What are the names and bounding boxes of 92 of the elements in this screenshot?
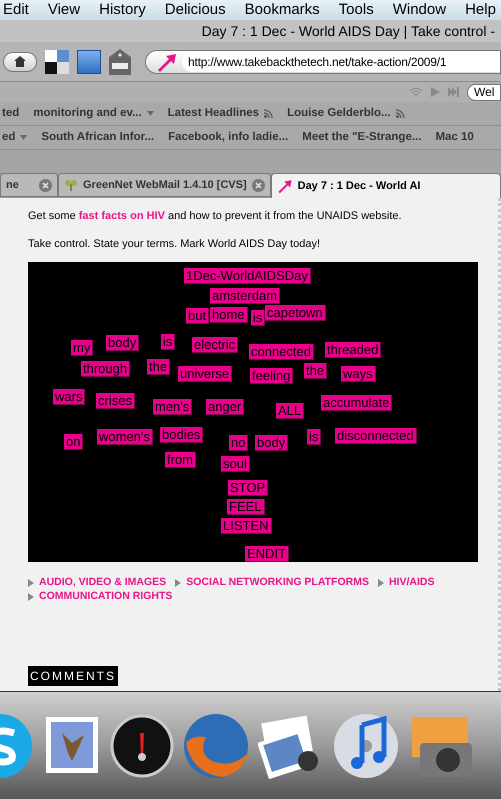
arrow-icon <box>156 52 178 72</box>
url-text: http://www.takebackthetech.net/take-action/2009/1 <box>182 52 500 72</box>
home-button[interactable] <box>3 52 37 72</box>
poem-word[interactable]: amsterdam <box>210 288 280 304</box>
tab-label: ne <box>6 178 20 193</box>
bookmark-item[interactable]: ted <box>2 104 20 122</box>
tab-label: GreenNet WebMail 1.4.10 [CVS] <box>83 178 247 193</box>
menu-item[interactable]: Edit <box>3 0 29 20</box>
gauge-icon[interactable] <box>110 712 174 778</box>
triangle-icon <box>378 578 384 586</box>
tag-link[interactable]: HIV/AIDS <box>388 576 434 589</box>
globe-icon[interactable] <box>182 712 250 778</box>
poem-word[interactable]: bodies <box>160 427 204 443</box>
poem-word[interactable]: the <box>304 363 328 379</box>
poem-word[interactable]: body <box>255 435 288 451</box>
tab[interactable]: Day 7 : 1 Dec - World AI <box>270 173 501 198</box>
poem-word[interactable]: electric <box>192 337 238 353</box>
poem-word[interactable]: soul <box>221 456 250 472</box>
feed-icon <box>264 109 274 118</box>
address-bar[interactable]: http://www.takebackthetech.net/take-action/2009/1 <box>145 50 501 74</box>
poem-word[interactable]: 1Dec-WorldAIDSDay <box>184 268 311 284</box>
close-icon[interactable] <box>252 178 265 192</box>
poem-word[interactable]: but <box>186 308 210 324</box>
poem-word[interactable]: FEEL <box>227 499 265 515</box>
tag-link[interactable]: SOCIAL NETWORKING PLATFORMS <box>186 576 369 589</box>
bookmark-item[interactable]: Louise Gelderblo... <box>287 104 391 122</box>
tag-link[interactable]: AUDIO, VIDEO & IMAGES <box>39 576 166 589</box>
bookmark-item[interactable]: Latest Headlines <box>168 104 260 122</box>
tab-label: Day 7 : 1 Dec - World AI <box>298 178 422 194</box>
poem-word[interactable]: ways <box>341 366 376 382</box>
poem-word[interactable]: anger <box>206 399 244 415</box>
menu-item[interactable]: Help <box>465 0 496 20</box>
dropdown-caret-icon <box>146 111 154 116</box>
plant-icon <box>64 179 78 191</box>
bookmark-item[interactable]: Meet the "E-Strange... <box>302 128 422 146</box>
poem-word[interactable]: my <box>71 340 94 356</box>
bookmark-item[interactable]: South African Infor... <box>41 128 154 146</box>
poem-word[interactable]: on <box>64 434 84 450</box>
squares-icon[interactable] <box>45 50 69 74</box>
poem-word[interactable]: no <box>229 435 248 451</box>
poem-word[interactable]: from <box>165 452 196 468</box>
poem-word[interactable]: through <box>81 361 130 377</box>
poem-word[interactable]: STOP <box>228 480 268 496</box>
music-disc-icon[interactable] <box>332 712 400 778</box>
dropdown-caret-icon <box>20 135 28 140</box>
tab[interactable]: ne <box>0 173 58 197</box>
paragraph: Take control. State your terms. Mark World AIDS Day today! <box>28 236 322 252</box>
poem-word[interactable]: feeling <box>250 368 294 384</box>
poem-word[interactable]: capetown <box>265 305 326 321</box>
bookmark-item[interactable]: Mac 10 <box>435 128 474 146</box>
triangle-icon <box>175 578 182 586</box>
poem-word[interactable]: LISTEN <box>221 518 272 534</box>
poem-word[interactable]: women's <box>97 429 153 445</box>
poem-word[interactable]: wars <box>53 389 86 405</box>
home-icon <box>14 56 26 67</box>
feed-icon <box>396 109 405 118</box>
window-title: Day 7 : 1 Dec - World AIDS Day | Take control - <box>202 22 495 41</box>
poem-word[interactable]: is <box>251 310 266 326</box>
bookmark-item[interactable]: monitoring and ev... <box>33 104 142 122</box>
tab[interactable]: GreenNet WebMail 1.4.10 [CVS] <box>58 173 271 197</box>
menu-item[interactable]: Window <box>392 0 446 20</box>
bookmark-item[interactable]: Facebook, info ladie... <box>168 128 288 146</box>
poem-word[interactable]: crises <box>96 393 135 409</box>
poem-word[interactable]: ENDIT <box>245 546 289 562</box>
link[interactable]: fast facts on HIV <box>78 210 165 222</box>
poem-word[interactable]: home <box>210 307 248 323</box>
poem-word[interactable]: ALL <box>276 403 304 419</box>
poem-word[interactable]: men's <box>153 399 192 415</box>
poem-word[interactable]: body <box>106 335 140 351</box>
menu-item[interactable]: View <box>48 0 80 20</box>
poem-word[interactable]: universe <box>178 366 232 382</box>
wifi-icon <box>409 87 423 97</box>
tag-link[interactable]: COMMUNICATION RIGHTS <box>39 590 172 603</box>
poem-word[interactable]: connected <box>249 344 314 360</box>
poem-word[interactable]: the <box>147 359 170 375</box>
poem-word[interactable]: is <box>161 334 176 350</box>
arrow-icon <box>276 178 293 194</box>
search-field[interactable]: Wel <box>467 84 501 100</box>
close-icon[interactable] <box>39 178 52 192</box>
menu-item[interactable]: History <box>99 0 146 20</box>
poem-word[interactable]: is <box>307 429 322 445</box>
poem-word[interactable]: disconnected <box>335 428 417 444</box>
poem-word[interactable]: accumulate <box>321 395 392 411</box>
menu-item[interactable]: Tools <box>338 0 374 20</box>
poem-word[interactable]: threaded <box>325 342 382 358</box>
menu-item[interactable]: Delicious <box>164 0 226 20</box>
comments-heading: COMMENTS <box>28 666 118 686</box>
bookmark-item[interactable]: ed <box>2 128 16 146</box>
tag-icon[interactable] <box>109 48 131 74</box>
bookmark-icon[interactable] <box>77 50 101 74</box>
menu-item[interactable]: Bookmarks <box>244 0 320 20</box>
paragraph: Get some fast facts on HIV and how to prevent it from the UNAIDS website. <box>28 209 403 224</box>
